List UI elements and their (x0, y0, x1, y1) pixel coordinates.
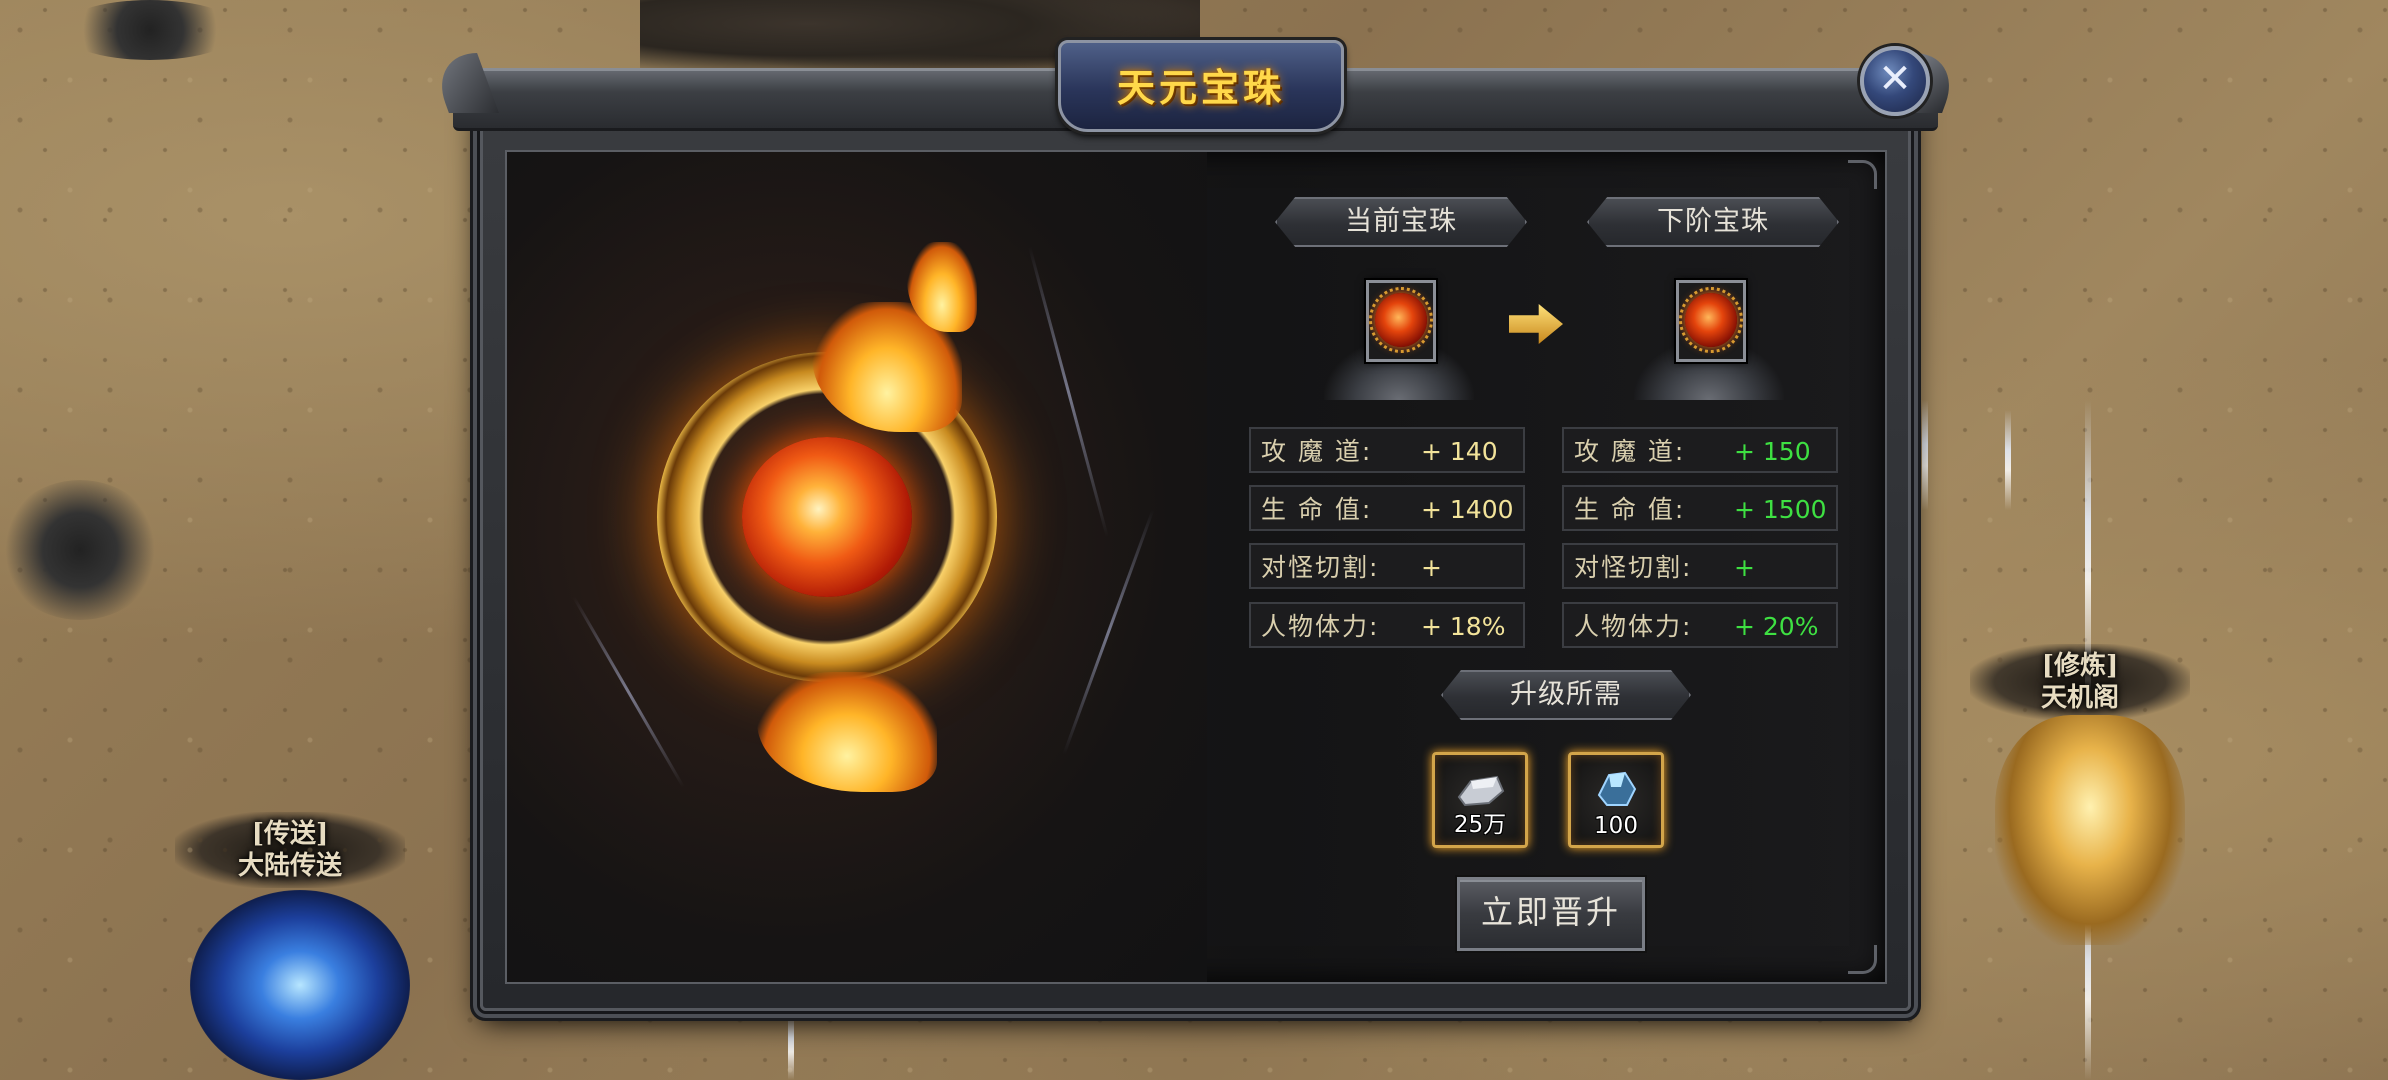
tree-shadow (60, 0, 240, 60)
stat-label: 攻 魔 道: (1261, 437, 1373, 466)
stat-label: 攻 魔 道: (1574, 437, 1686, 466)
upgrade-button-label: 立即晋升 (1480, 893, 1621, 931)
upgrade-now-button[interactable]: 立即晋升 (1457, 877, 1645, 951)
next-orb-banner: 下阶宝珠 (1587, 197, 1839, 247)
upgrade-requirements-banner: 升级所需 (1441, 670, 1691, 720)
fire-gem-icon (1369, 287, 1433, 353)
npc-cultivation-label[interactable]: [修炼] 天机阁 (1970, 644, 2190, 720)
fire-gem-icon (1679, 287, 1743, 353)
stat-value: + 1400 (1421, 495, 1514, 524)
next-stat-row: 生 命 值: + 1500 (1562, 485, 1838, 531)
fire-orb (742, 437, 912, 597)
dialog-content: 当前宝珠 下阶宝珠 攻 魔 道: + 140 生 命 值: + 1400 对怪切… (505, 150, 1887, 984)
stat-value: + 18% (1421, 612, 1506, 641)
requirements-label: 升级所需 (1510, 679, 1622, 710)
stat-value: + 140 (1421, 437, 1498, 466)
current-stat-row: 人物体力: + 18% (1249, 602, 1525, 648)
lightning-effect (1062, 509, 1155, 755)
tree-shadow (0, 480, 160, 620)
frame-corner (1848, 160, 1877, 189)
dragon-tail-flame (757, 672, 937, 792)
frame-corner (1848, 945, 1877, 974)
close-button[interactable]: ✕ (1860, 46, 1930, 116)
light-beam (788, 1010, 794, 1080)
next-orb-slot[interactable] (1634, 272, 1784, 400)
tianyuan-orb-dialog: 天元宝珠 ✕ 当前宝珠 下阶宝珠 攻 魔 道: + 140 生 命 值: + 1… (427, 40, 1964, 1011)
stat-label: 对怪切割: (1261, 553, 1380, 582)
current-orb-label: 当前宝珠 (1345, 206, 1457, 237)
next-orb-label: 下阶宝珠 (1657, 206, 1769, 237)
next-stat-row: 对怪切割: + 60000 (1562, 543, 1838, 628)
current-stat-row: 对怪切割: + 50000 (1249, 543, 1525, 628)
stat-value: + 20% (1734, 612, 1819, 641)
lightning-effect (1028, 246, 1109, 538)
dialog-title: 天元宝珠 (1116, 65, 1285, 110)
current-stat-row: 攻 魔 道: + 140 (1249, 427, 1525, 473)
next-stat-row: 攻 魔 道: + 150 (1562, 427, 1838, 473)
npc-name: 大陆传送 (237, 851, 342, 881)
stat-label: 生 命 值: (1261, 495, 1373, 524)
stat-label: 人物体力: (1261, 612, 1380, 641)
light-beam (2005, 410, 2011, 510)
light-beam (1922, 400, 1928, 510)
requirement-count: 25万 (1453, 812, 1507, 838)
orb-artwork (507, 152, 1207, 982)
npc-tag: [修炼] (2041, 651, 2119, 681)
golden-statue[interactable] (1995, 715, 2185, 945)
requirement-count: 100 (1594, 813, 1638, 839)
requirement-item-crystal[interactable]: 100 (1568, 752, 1664, 848)
slot-box (1366, 280, 1436, 362)
arrow-right-icon (1509, 304, 1563, 344)
blue-crystal-icon (1597, 771, 1637, 806)
stat-label: 人物体力: (1574, 612, 1693, 641)
teleport-portal[interactable] (190, 890, 410, 1080)
next-stat-row: 人物体力: + 20% (1562, 602, 1838, 648)
current-orb-banner: 当前宝珠 (1275, 197, 1527, 247)
slot-box (1676, 280, 1746, 362)
npc-teleport-label[interactable]: [传送] 大陆传送 (175, 812, 405, 888)
stat-value: + 1500 (1734, 495, 1827, 524)
stat-label: 生 命 值: (1574, 495, 1686, 524)
current-stat-row: 生 命 值: + 1400 (1249, 485, 1525, 531)
requirement-item-silver[interactable]: 25万 (1432, 752, 1528, 848)
npc-tag: [传送] (251, 819, 329, 849)
dialog-title-plate: 天元宝珠 (1058, 40, 1344, 132)
npc-name: 天机阁 (2040, 683, 2119, 713)
stat-label: 对怪切割: (1574, 553, 1693, 582)
current-orb-slot[interactable] (1324, 272, 1474, 400)
stat-value: + 150 (1734, 437, 1811, 466)
close-icon: ✕ (1878, 56, 1912, 102)
